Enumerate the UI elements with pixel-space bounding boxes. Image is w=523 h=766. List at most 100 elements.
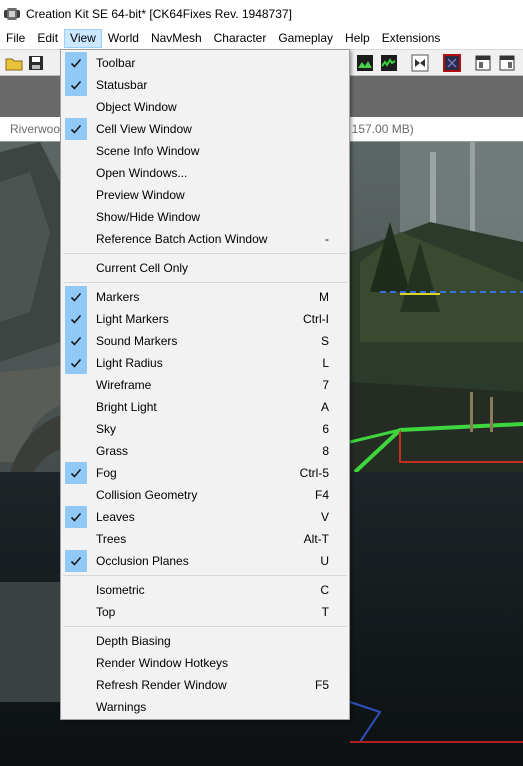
- menu-item-shortcut: 6: [322, 422, 329, 436]
- title-bar: Creation Kit SE 64-bit* [CK64Fixes Rev. …: [0, 0, 523, 28]
- layout-icon[interactable]: [498, 54, 516, 72]
- menu-item-shortcut: T: [321, 605, 329, 619]
- menu-item-statusbar[interactable]: Statusbar: [63, 74, 347, 96]
- save-icon[interactable]: [27, 54, 45, 72]
- checkmark-icon: [65, 352, 87, 374]
- menu-item-cell-view-window[interactable]: Cell View Window: [63, 118, 347, 140]
- menu-item-render-window-hotkeys[interactable]: Render Window Hotkeys: [63, 652, 347, 674]
- menu-item-label: Render Window Hotkeys: [96, 656, 229, 670]
- menu-item-grass[interactable]: Grass 8: [63, 440, 347, 462]
- menu-item-shortcut: -: [325, 232, 329, 246]
- menu-item-shortcut: 8: [322, 444, 329, 458]
- menu-item-shortcut: 7: [322, 378, 329, 392]
- menu-extensions[interactable]: Extensions: [376, 29, 447, 48]
- menu-item-label: Trees: [96, 532, 127, 546]
- menu-item-label: Markers: [96, 290, 140, 304]
- menu-item-open-windows[interactable]: Open Windows...: [63, 162, 347, 184]
- menu-item-shortcut: S: [320, 334, 329, 348]
- menu-item-occlusion-planes[interactable]: Occlusion Planes U: [63, 550, 347, 572]
- menu-item-shortcut: F5: [314, 678, 329, 692]
- menu-item-reference-batch-action-window[interactable]: Reference Batch Action Window -: [63, 228, 347, 250]
- checkmark-icon: [65, 462, 87, 484]
- window-icon[interactable]: [474, 54, 492, 72]
- menu-bar: File Edit View World NavMesh Character G…: [0, 28, 523, 49]
- menu-item-toolbar[interactable]: Toolbar: [63, 52, 347, 74]
- render-icon[interactable]: [443, 54, 461, 72]
- memory-usage-text: / 157.00 MB): [345, 122, 414, 136]
- menu-item-current-cell-only[interactable]: Current Cell Only: [63, 257, 347, 279]
- checkmark-icon: [65, 550, 87, 572]
- menu-item-label: Top: [96, 605, 116, 619]
- menu-item-preview-window[interactable]: Preview Window: [63, 184, 347, 206]
- lighting-icon[interactable]: [380, 54, 398, 72]
- menu-separator: [63, 626, 347, 627]
- window-title: Creation Kit SE 64-bit* [CK64Fixes Rev. …: [26, 7, 292, 21]
- menu-item-light-radius[interactable]: Light Radius L: [63, 352, 347, 374]
- toggle-icon[interactable]: [411, 54, 429, 72]
- menu-item-trees[interactable]: Trees Alt-T: [63, 528, 347, 550]
- menu-item-isometric[interactable]: Isometric C: [63, 579, 347, 601]
- menu-item-top[interactable]: Top T: [63, 601, 347, 623]
- cell-name-text: Riverwoo: [10, 122, 61, 136]
- menu-navmesh[interactable]: NavMesh: [145, 29, 208, 48]
- terrain-icon[interactable]: [356, 54, 374, 72]
- menu-item-label: Light Radius: [96, 356, 163, 370]
- menu-item-bright-light[interactable]: Bright Light A: [63, 396, 347, 418]
- menu-help[interactable]: Help: [339, 29, 376, 48]
- checkmark-icon: [65, 118, 87, 140]
- menu-gameplay[interactable]: Gameplay: [272, 29, 339, 48]
- menu-item-label: Leaves: [96, 510, 135, 524]
- menu-item-warnings[interactable]: Warnings: [63, 696, 347, 718]
- menu-item-label: Scene Info Window: [96, 144, 200, 158]
- menu-item-label: Preview Window: [96, 188, 185, 202]
- menu-item-shortcut: L: [322, 356, 329, 370]
- menu-item-label: Occlusion Planes: [96, 554, 189, 568]
- menu-item-sky[interactable]: Sky 6: [63, 418, 347, 440]
- menu-item-show-hide-window[interactable]: Show/Hide Window: [63, 206, 347, 228]
- menu-item-light-markers[interactable]: Light Markers Ctrl-I: [63, 308, 347, 330]
- menu-separator: [63, 282, 347, 283]
- menu-file[interactable]: File: [0, 29, 31, 48]
- menu-separator: [63, 253, 347, 254]
- menu-item-label: Show/Hide Window: [96, 210, 201, 224]
- menu-world[interactable]: World: [102, 29, 145, 48]
- app-icon: [4, 8, 20, 20]
- menu-separator: [63, 575, 347, 576]
- menu-item-label: Current Cell Only: [96, 261, 189, 275]
- menu-item-label: Cell View Window: [96, 122, 192, 136]
- menu-item-label: Isometric: [96, 583, 145, 597]
- menu-edit[interactable]: Edit: [31, 29, 64, 48]
- menu-item-fog[interactable]: Fog Ctrl-5: [63, 462, 347, 484]
- menu-item-label: Bright Light: [96, 400, 157, 414]
- menu-item-label: Object Window: [96, 100, 177, 114]
- checkmark-icon: [65, 308, 87, 330]
- menu-item-shortcut: U: [320, 554, 329, 568]
- menu-item-collision-geometry[interactable]: Collision Geometry F4: [63, 484, 347, 506]
- checkmark-icon: [65, 74, 87, 96]
- menu-item-refresh-render-window[interactable]: Refresh Render Window F5: [63, 674, 347, 696]
- menu-view[interactable]: View: [64, 29, 102, 48]
- view-menu-dropdown: Toolbar Statusbar Object Window Cell View W…: [60, 49, 350, 720]
- menu-item-label: Toolbar: [96, 56, 136, 70]
- menu-item-shortcut: C: [320, 583, 329, 597]
- menu-item-label: Sky: [96, 422, 117, 436]
- menu-item-label: Light Markers: [96, 312, 169, 326]
- menu-item-depth-biasing[interactable]: Depth Biasing: [63, 630, 347, 652]
- menu-item-shortcut: Ctrl-I: [303, 312, 329, 326]
- open-folder-icon[interactable]: [5, 54, 23, 72]
- menu-item-wireframe[interactable]: Wireframe 7: [63, 374, 347, 396]
- menu-item-shortcut: Ctrl-5: [299, 466, 329, 480]
- menu-item-object-window[interactable]: Object Window: [63, 96, 347, 118]
- menu-item-leaves[interactable]: Leaves V: [63, 506, 347, 528]
- menu-character[interactable]: Character: [208, 29, 273, 48]
- menu-item-sound-markers[interactable]: Sound Markers S: [63, 330, 347, 352]
- menu-item-label: Statusbar: [96, 78, 148, 92]
- menu-item-shortcut: Alt-T: [303, 532, 329, 546]
- menu-item-scene-info-window[interactable]: Scene Info Window: [63, 140, 347, 162]
- menu-item-label: Refresh Render Window: [96, 678, 227, 692]
- menu-item-label: Grass: [96, 444, 129, 458]
- checkmark-icon: [65, 506, 87, 528]
- menu-item-markers[interactable]: Markers M: [63, 286, 347, 308]
- checkmark-icon: [65, 286, 87, 308]
- menu-item-label: Sound Markers: [96, 334, 178, 348]
